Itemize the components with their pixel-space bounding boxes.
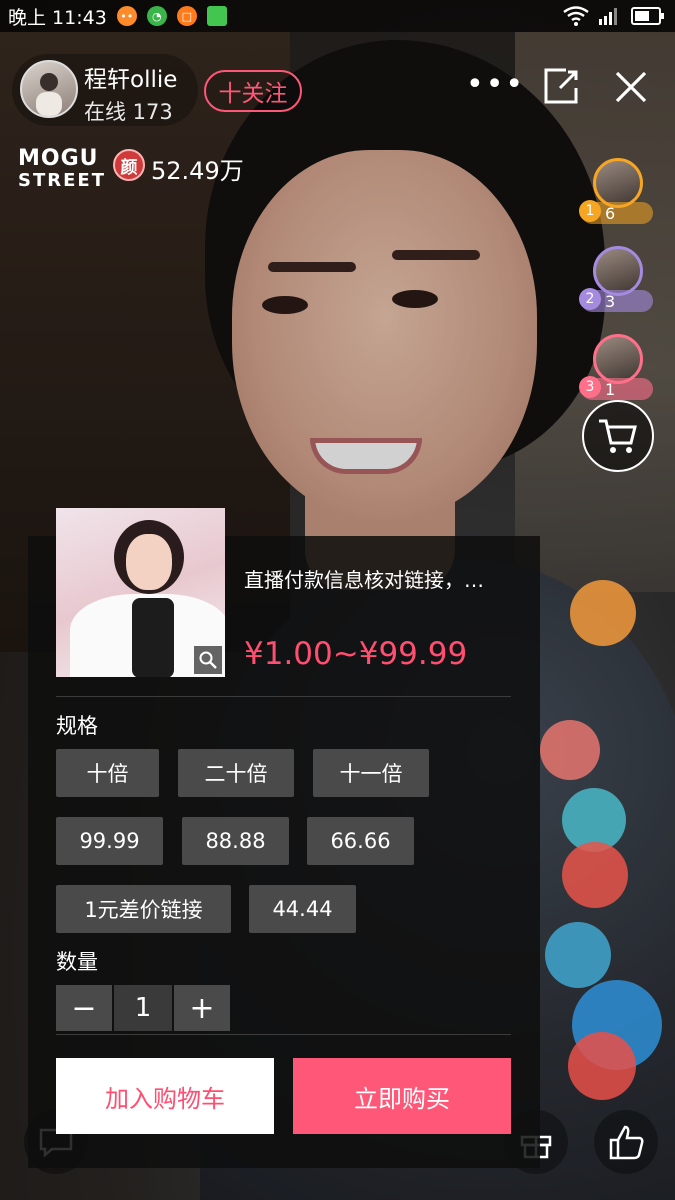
like-button[interactable] (594, 1110, 658, 1174)
decrease-button[interactable]: − (56, 985, 112, 1031)
spec-option[interactable]: 88.88 (182, 817, 289, 865)
thumbs-up-icon (609, 1125, 644, 1160)
notification-app-icon (206, 6, 227, 26)
shopping-cart-button[interactable] (582, 400, 654, 472)
viewer-avatar (593, 334, 643, 384)
divider (56, 1034, 511, 1035)
notification-app-icon: □ (176, 6, 197, 26)
host-name: 程轩ollie (84, 67, 178, 93)
quantity-stepper: − 1 + (56, 985, 230, 1031)
rank-number: 2 (579, 288, 601, 310)
rank-item[interactable]: 6 1 (579, 158, 653, 224)
spec-label: 规格 (56, 714, 98, 738)
wifi-icon (563, 6, 589, 26)
increase-button[interactable]: + (174, 985, 230, 1031)
spec-option[interactable]: 44.44 (249, 885, 356, 933)
follow-button[interactable]: 十关注 (204, 70, 302, 112)
product-title: 直播付款信息核对链接，… (244, 568, 484, 592)
add-to-cart-button[interactable]: 加入购物车 (56, 1058, 274, 1134)
notification-app-icon: •• (116, 6, 137, 26)
spec-option[interactable]: 十倍 (56, 749, 159, 797)
quantity-value[interactable]: 1 (114, 985, 172, 1031)
viewer-avatar (593, 246, 643, 296)
reaction-bubble (540, 720, 600, 780)
divider (56, 696, 511, 697)
status-time: 晚上 11:43 (8, 6, 107, 29)
reaction-bubble (562, 842, 628, 908)
share-icon[interactable] (540, 66, 582, 106)
viewer-avatar (593, 158, 643, 208)
host-avatar[interactable] (20, 60, 78, 118)
spec-option[interactable]: 十一倍 (313, 749, 429, 797)
reaction-bubble (545, 922, 611, 988)
spec-option[interactable]: 二十倍 (178, 749, 294, 797)
rank-item[interactable]: 1 3 (579, 334, 653, 400)
spec-option[interactable]: 1元差价链接 (56, 885, 231, 933)
online-count: 在线 173 (84, 100, 173, 124)
quantity-label: 数量 (56, 950, 98, 974)
mogu-street-logo: MOGU STREET (18, 146, 106, 192)
product-price: ¥1.00~¥99.99 (244, 636, 468, 672)
buy-now-button[interactable]: 立即购买 (293, 1058, 511, 1134)
spec-option[interactable]: 66.66 (307, 817, 414, 865)
battery-icon (631, 7, 664, 25)
rank-number: 3 (579, 376, 601, 398)
reaction-bubble (570, 580, 636, 646)
coin-value: 52.49万 (151, 157, 244, 185)
close-icon[interactable] (612, 68, 650, 106)
rank-item[interactable]: 3 2 (579, 246, 653, 312)
rank-number: 1 (579, 200, 601, 222)
status-bar: 晚上 11:43 •• ◔ □ (0, 0, 675, 32)
coin-icon: 颜 (113, 149, 145, 181)
reaction-bubble (568, 1032, 636, 1100)
wechat-icon: ◔ (146, 6, 167, 26)
cart-icon (599, 419, 637, 453)
zoom-icon[interactable] (194, 646, 222, 674)
signal-icon (599, 8, 617, 25)
more-icon[interactable]: ••• (466, 70, 523, 100)
spec-option[interactable]: 99.99 (56, 817, 163, 865)
